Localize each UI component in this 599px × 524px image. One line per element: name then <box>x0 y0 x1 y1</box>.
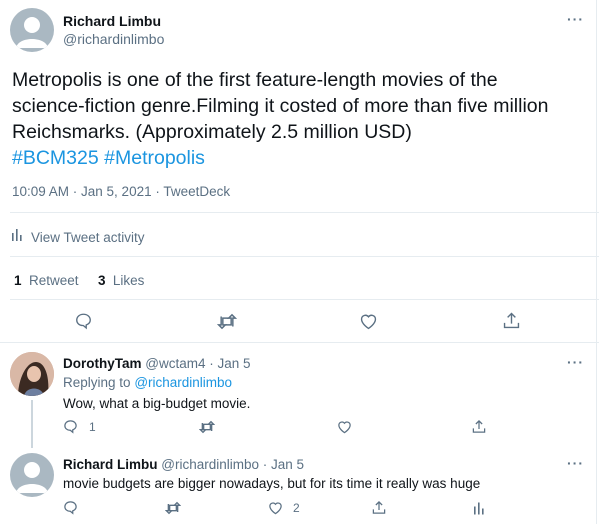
reply-text: movie budgets are bigger nowadays, but f… <box>63 476 481 491</box>
replying-prefix: Replying to <box>63 375 131 390</box>
reply-icon[interactable] <box>74 312 93 330</box>
reply-date[interactable]: · Jan 5 <box>263 457 304 472</box>
more-icon[interactable]: ··· <box>567 455 584 471</box>
reply-icon[interactable] <box>63 500 78 515</box>
author-name[interactable]: Richard Limbu <box>63 13 161 29</box>
like-label[interactable]: Likes <box>113 273 145 288</box>
hashtags: #BCM325 #Metropolis <box>12 145 592 171</box>
like-count: 2 <box>293 501 300 515</box>
timeline-border <box>596 0 597 524</box>
tweet-timestamp[interactable]: 10:09 AM · Jan 5, 2021 · TweetDeck <box>12 184 230 199</box>
bar-chart-icon <box>12 228 24 246</box>
reply-icon[interactable]: 1 <box>63 419 96 434</box>
retweet-icon[interactable] <box>199 420 215 434</box>
reply-date[interactable]: · Jan 5 <box>209 356 250 371</box>
reply-author-handle[interactable]: @wctam4 <box>145 356 205 371</box>
hashtag-link[interactable]: #BCM325 <box>12 147 99 169</box>
thread-line <box>31 400 33 448</box>
avatar[interactable] <box>10 352 54 396</box>
divider <box>10 299 599 300</box>
author-handle[interactable]: @richardinlimbo <box>63 31 164 47</box>
like-count[interactable]: 3 <box>98 273 106 288</box>
share-icon[interactable] <box>372 500 386 515</box>
divider <box>10 212 599 213</box>
retweet-icon[interactable] <box>165 501 181 515</box>
avatar[interactable] <box>10 8 54 52</box>
replying-to-link[interactable]: @richardinlimbo <box>134 375 232 390</box>
reply-author-name[interactable]: DorothyTam <box>63 356 142 371</box>
tweet-activity-link[interactable]: View Tweet activity <box>12 228 145 246</box>
heart-icon[interactable]: 2 <box>268 501 300 515</box>
reply-author-handle[interactable]: @richardinlimbo <box>161 457 259 472</box>
hashtag-link[interactable]: #Metropolis <box>104 147 205 169</box>
share-icon[interactable] <box>503 311 520 330</box>
share-icon[interactable] <box>472 419 486 434</box>
tweet-text: Metropolis is one of the first feature-l… <box>12 67 592 171</box>
more-icon[interactable]: ··· <box>567 11 584 27</box>
reply-count: 1 <box>89 419 96 434</box>
reply-header: DorothyTam @wctam4 · Jan 5 <box>63 356 251 371</box>
reply-text: Wow, what a big-budget movie. <box>63 396 251 411</box>
reply-header: Richard Limbu @richardinlimbo · Jan 5 <box>63 457 304 472</box>
retweet-icon[interactable] <box>217 313 237 330</box>
retweet-label[interactable]: Retweet <box>29 273 79 288</box>
replying-to: Replying to @richardinlimbo <box>63 375 232 390</box>
avatar[interactable] <box>10 453 54 497</box>
engagement-stats: 1 Retweet 3 Likes <box>14 272 144 290</box>
activity-label: View Tweet activity <box>31 229 145 245</box>
tweet-text-line: Reichsmarks. (Approximately 2.5 million … <box>12 121 412 143</box>
tweet-text-line: Metropolis is one of the first feature-l… <box>12 69 498 91</box>
reply-author-name[interactable]: Richard Limbu <box>63 457 158 472</box>
retweet-count[interactable]: 1 <box>14 273 22 288</box>
heart-icon[interactable] <box>337 420 352 434</box>
more-icon[interactable]: ··· <box>567 354 584 370</box>
divider <box>0 342 599 343</box>
bar-chart-icon[interactable] <box>474 501 486 515</box>
heart-icon[interactable] <box>359 313 378 330</box>
divider <box>10 256 599 257</box>
tweet-text-line: science-fiction genre.Filming it costed … <box>12 95 549 117</box>
